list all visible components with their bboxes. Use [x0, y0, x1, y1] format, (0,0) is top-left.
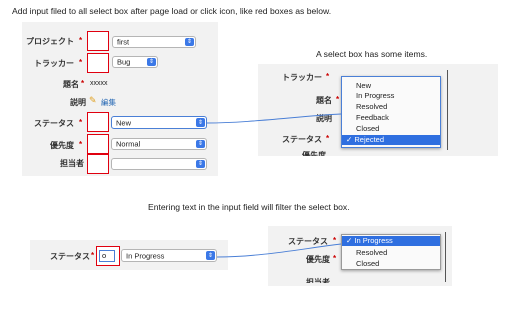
- connector-filter-to-dropdown: [216, 243, 342, 258]
- connector-lines: [206, 113, 342, 258]
- connector-status-to-dropdown: [206, 113, 342, 124]
